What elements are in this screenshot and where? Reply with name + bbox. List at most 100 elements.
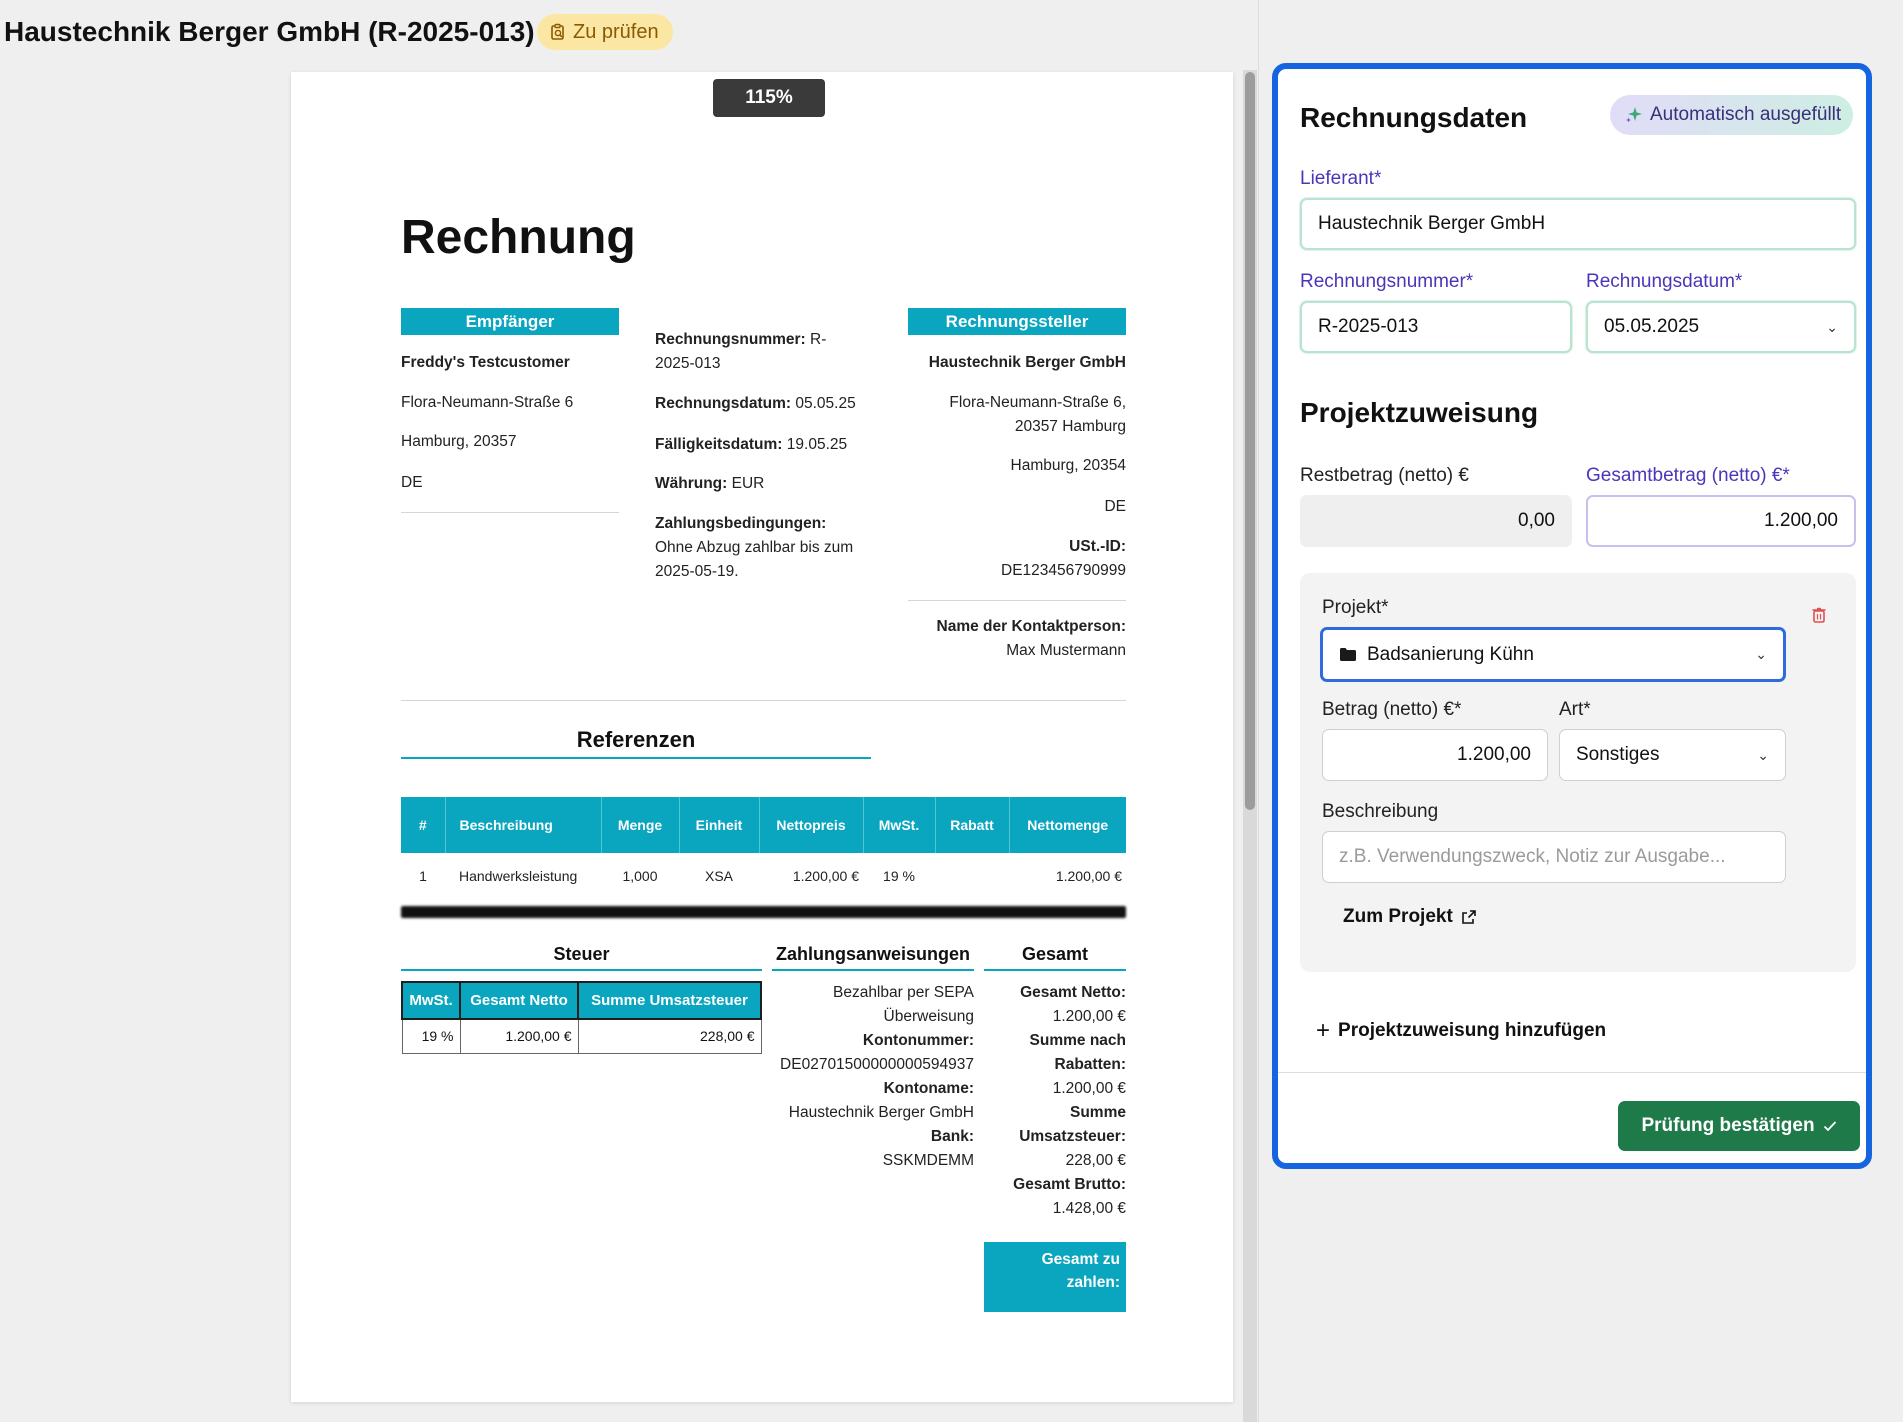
recipient-name: Freddy's Testcustomer <box>401 354 570 371</box>
column-header: Nettopreis <box>759 797 864 853</box>
table-cell: 1.200,00 € <box>1055 868 1122 884</box>
assignment-title: Projektzuweisung <box>1300 397 1539 428</box>
currency-line: Währung: EUR <box>655 475 765 492</box>
panel-title: Rechnungsdaten <box>1300 102 1528 133</box>
invoice-data-panel: Rechnungsdaten Automatisch ausgefüllt Li… <box>1272 63 1872 1169</box>
chevron-down-icon: ⌄ <box>1757 746 1769 763</box>
clipboard-search-icon <box>551 23 564 40</box>
table-cell: 228,00 € <box>577 1018 762 1054</box>
table-row: 1 Handwerksleistung 1,000 XSA 1.200,00 €… <box>401 853 1126 899</box>
table-cell: Handwerksleistung <box>459 868 578 884</box>
table-cell: 19 % <box>401 1018 461 1054</box>
divider <box>1258 0 1259 1422</box>
column-header: Summe Umsatzsteuer <box>577 981 762 1020</box>
table-cell: 1 <box>419 868 427 884</box>
table-cell: 1,000 <box>622 868 658 884</box>
add-assignment-label: Projektzuweisung hinzufügen <box>1338 1020 1607 1041</box>
tax-heading: Steuer <box>553 944 610 964</box>
document-title: Rechnung <box>401 211 636 264</box>
invoice-number-field[interactable]: R-2025-013 <box>1300 301 1572 353</box>
column-header: Einheit <box>679 797 760 853</box>
project-select[interactable]: Badsanierung Kühn ⌄ <box>1320 627 1786 682</box>
issuer-heading: Rechnungssteller <box>908 308 1126 335</box>
due-date-line: Fälligkeitsdatum: 19.05.25 <box>655 436 848 453</box>
payment-terms: Zahlungsbedingungen: Ohne Abzug zahlbar b… <box>655 515 854 580</box>
recipient-street: Flora-Neumann-Straße 6 <box>401 394 574 411</box>
folder-icon <box>1340 648 1356 661</box>
confirm-review-button[interactable]: Prüfung bestätigen <box>1618 1101 1860 1151</box>
auto-filled-badge: Automatisch ausgefüllt <box>1610 95 1854 135</box>
recipient-country: DE <box>401 474 423 491</box>
invoice-date-select[interactable]: 05.05.2025 ⌄ <box>1586 301 1856 353</box>
amount-field[interactable]: 1.200,00 <box>1322 729 1548 781</box>
add-assignment-button[interactable]: + Projektzuweisung hinzufügen <box>1316 1019 1606 1043</box>
issuer-street: Flora-Neumann-Straße 6, 20357 Hamburg <box>949 394 1126 435</box>
divider <box>401 512 619 513</box>
supplier-label: Lieferant* <box>1300 168 1382 189</box>
references-heading: Referenzen <box>576 727 696 752</box>
status-badge-label: Zu prüfen <box>573 20 659 43</box>
divider <box>401 700 1126 701</box>
totals-details: Gesamt Netto: 1.200,00 € Summe nach Raba… <box>1013 984 1126 1217</box>
column-header: Beschreibung <box>445 797 602 853</box>
to-project-link[interactable]: Zum Projekt <box>1343 906 1477 928</box>
table-cell: 1.200,00 € <box>459 1018 579 1054</box>
project-assignment-card: Projekt* Badsanierung Kühn ⌄ Betrag (net… <box>1300 573 1856 972</box>
sparkle-icon <box>1626 107 1642 123</box>
divider <box>908 600 1126 601</box>
chevron-down-icon: ⌄ <box>1755 646 1767 662</box>
amount-payable-box: Gesamt zu zahlen: <box>984 1242 1126 1312</box>
invoice-date-line: Rechnungsdatum: 05.05.25 <box>655 395 856 412</box>
project-value: Badsanierung Kühn <box>1367 643 1534 665</box>
confirm-label: Prüfung bestätigen <box>1641 1115 1815 1136</box>
rest-amount-label: Restbetrag (netto) € <box>1300 465 1469 486</box>
checkmark-icon <box>1823 1121 1836 1132</box>
total-amount-label: Gesamtbetrag (netto) €* <box>1586 465 1790 486</box>
status-badge: Zu prüfen <box>537 14 673 50</box>
table-bottom-border <box>401 906 1126 918</box>
type-label: Art* <box>1559 699 1591 720</box>
chevron-down-icon: ⌄ <box>1826 318 1838 335</box>
trash-icon[interactable] <box>1812 607 1826 628</box>
table-header-row: # Beschreibung Menge Einheit Nettopreis … <box>401 797 1126 853</box>
supplier-field[interactable]: Haustechnik Berger GmbH <box>1300 198 1856 250</box>
type-select[interactable]: Sonstiges ⌄ <box>1559 729 1786 781</box>
description-label: Beschreibung <box>1322 801 1439 822</box>
issuer-city: Hamburg, 20354 <box>1010 457 1126 474</box>
table-cell <box>935 853 1009 899</box>
plus-icon: + <box>1316 1017 1331 1044</box>
table-cell: XSA <box>704 868 733 884</box>
invoice-number-line: Rechnungsnummer: R- 2025-013 <box>655 331 827 372</box>
auto-filled-label: Automatisch ausgefüllt <box>1650 104 1842 125</box>
divider <box>984 969 1126 971</box>
external-link-icon <box>1462 910 1476 924</box>
column-header: MwSt. <box>863 797 936 853</box>
viewer-scrollbar-thumb[interactable] <box>1245 72 1255 810</box>
column-header: Rabatt <box>935 797 1010 853</box>
table-header-row: MwSt. Gesamt Netto Summe Umsatzsteuer <box>401 981 762 1020</box>
project-label: Projekt* <box>1322 597 1389 618</box>
divider <box>772 969 974 971</box>
divider <box>401 757 871 759</box>
payment-heading: Zahlungsanweisungen <box>775 944 971 964</box>
recipient-heading: Empfänger <box>401 308 619 335</box>
invoice-date-value: 05.05.2025 <box>1604 316 1700 337</box>
column-header: Nettomenge <box>1009 797 1126 853</box>
table-cell: 1.200,00 € <box>792 868 859 884</box>
description-input[interactable]: z.B. Verwendungszweck, Notiz zur Ausgabe… <box>1322 831 1786 883</box>
divider <box>401 969 762 971</box>
issuer-country: DE <box>1104 498 1126 515</box>
issuer-vat: USt.-ID: DE123456790999 <box>1001 538 1126 579</box>
issuer-contact: Name der Kontaktperson: Max Mustermann <box>936 618 1126 659</box>
column-header: MwSt. <box>401 981 461 1020</box>
column-header: Menge <box>601 797 680 853</box>
divider <box>1278 1072 1866 1073</box>
total-amount-field[interactable]: 1.200,00 <box>1586 495 1856 547</box>
type-value: Sonstiges <box>1576 744 1660 765</box>
zoom-indicator[interactable]: 115% <box>713 79 825 117</box>
issuer-name: Haustechnik Berger GmbH <box>928 354 1126 371</box>
tax-table: MwSt. Gesamt Netto Summe Umsatzsteuer 19… <box>401 981 762 1054</box>
invoice-date-label: Rechnungsdatum* <box>1586 271 1743 292</box>
totals-heading: Gesamt <box>1021 944 1089 964</box>
amount-label: Betrag (netto) €* <box>1322 699 1462 720</box>
